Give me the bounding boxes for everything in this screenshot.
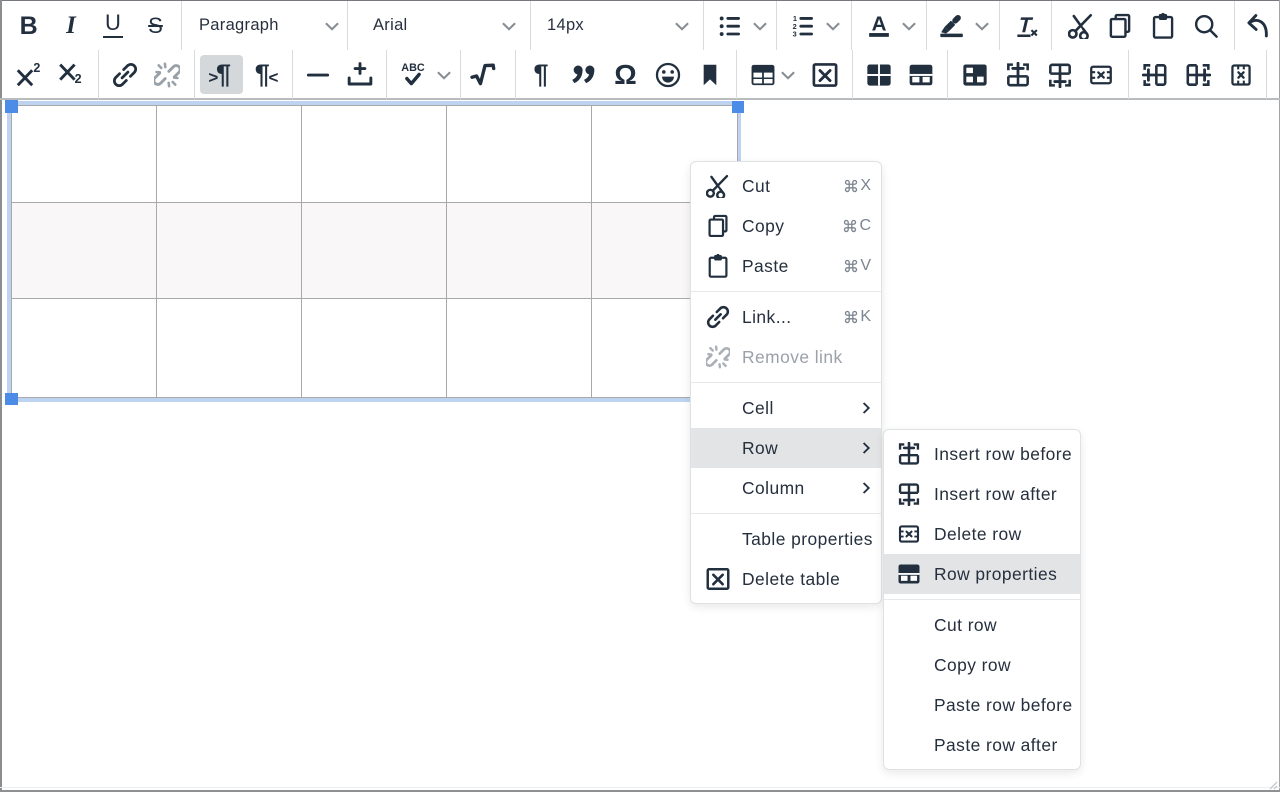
svg-text:A: A — [871, 13, 886, 36]
svg-text:ABC: ABC — [401, 62, 425, 74]
svg-text:3: 3 — [793, 29, 797, 38]
